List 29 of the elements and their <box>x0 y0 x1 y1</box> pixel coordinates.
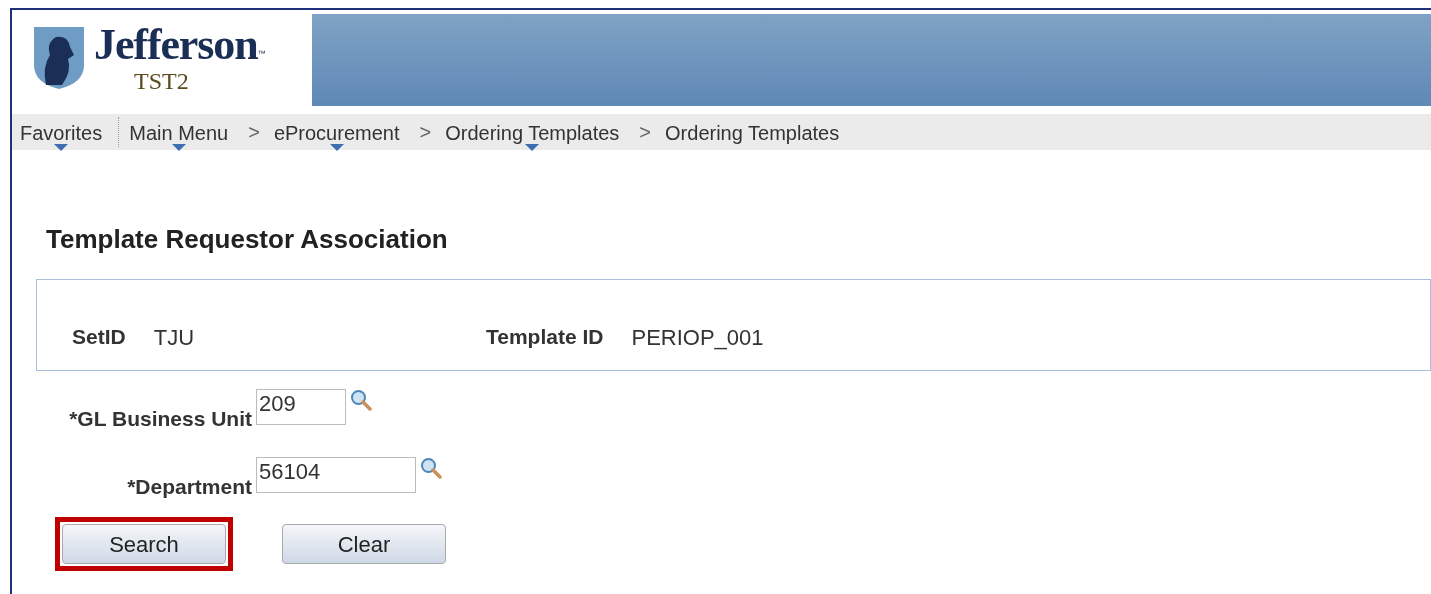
info-label: SetID <box>72 324 126 351</box>
nav-menu-item[interactable]: Main Menu <box>127 121 231 151</box>
search-icon[interactable] <box>350 389 372 411</box>
environment-label: TST2 <box>134 68 190 94</box>
search-icon[interactable] <box>420 456 442 479</box>
caret-icon <box>525 143 540 151</box>
logo-wordmark: Jefferson <box>94 22 258 68</box>
input-field[interactable]: 209 <box>256 389 346 425</box>
action-button[interactable]: Clear <box>282 524 446 564</box>
caret-icon <box>54 143 69 151</box>
trademark-mark: ™ <box>257 49 266 58</box>
input-field[interactable]: 56104 <box>256 456 416 493</box>
info-value: TJU <box>153 323 194 352</box>
caret-icon <box>329 143 344 151</box>
breadcrumb-separator: > <box>419 120 432 145</box>
shield-logo-icon <box>32 25 86 91</box>
nav-menu-item[interactable]: Favorites <box>18 121 105 151</box>
field-label: *Department <box>126 473 252 500</box>
nav-menu-item[interactable]: eProcurement <box>271 121 402 151</box>
nav-menu-item[interactable]: Ordering Templates <box>443 121 622 151</box>
info-label: Template ID <box>486 324 604 351</box>
page-title: Template Requestor Association <box>46 223 449 256</box>
nav-menu-item[interactable]: Ordering Templates <box>663 121 842 151</box>
breadcrumb-separator: > <box>248 120 260 145</box>
action-button[interactable]: Search <box>62 524 226 564</box>
field-label: *GL Business Unit <box>68 406 252 432</box>
info-value: PERIOP_001 <box>631 323 764 352</box>
caret-icon <box>171 143 186 151</box>
breadcrumb-separator: > <box>639 120 652 145</box>
